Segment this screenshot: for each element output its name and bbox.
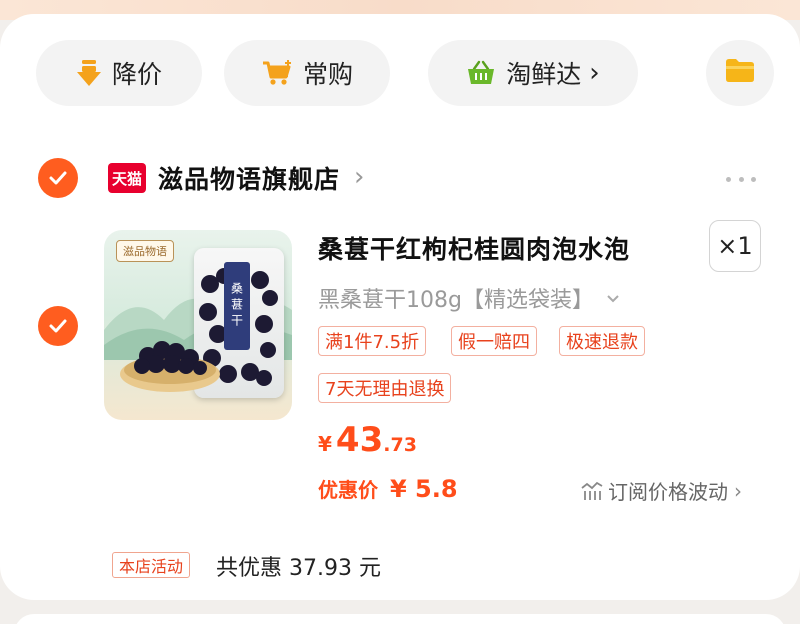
filter-label: 常购: [302, 60, 353, 89]
discount-label: 优惠价: [318, 478, 378, 502]
subscribe-price-alert-link[interactable]: 订阅价格波动 ›: [580, 476, 742, 505]
product-price: ¥ 43 .73: [318, 420, 417, 460]
store-select-checkbox[interactable]: [38, 158, 78, 198]
price-chart-icon: [580, 480, 604, 502]
chevron-right-icon[interactable]: ›: [354, 162, 364, 192]
activity-savings-text: 共优惠 37.93 元: [216, 556, 381, 581]
checkmark-icon: [49, 319, 67, 333]
chevron-right-icon: ›: [589, 58, 600, 88]
sku-selector[interactable]: 黑桑葚干108g【精选袋装】: [318, 282, 620, 314]
filter-folder-button[interactable]: [706, 40, 774, 106]
basket-icon: [466, 59, 496, 87]
more-options-icon[interactable]: [726, 166, 756, 192]
tmall-badge: 天猫: [108, 163, 146, 193]
discount-value: ¥ 5.8: [390, 475, 458, 503]
store-activity-badge: 本店活动: [112, 552, 191, 578]
checkmark-icon: [49, 171, 67, 185]
filter-frequent-button[interactable]: 常购: [224, 40, 390, 106]
promo-tag: 满1件7.5折: [318, 326, 427, 356]
filter-taoxianda-button[interactable]: 淘鲜达 ›: [428, 40, 638, 106]
filter-label: 淘鲜达: [506, 60, 582, 89]
service-tag: 极速退款: [559, 326, 645, 356]
product-title[interactable]: 桑葚干红枸杞桂圆肉泡水泡: [318, 230, 688, 266]
service-tag: 7天无理由退换: [318, 373, 452, 403]
folder-icon: [724, 57, 756, 89]
filter-price-drop-button[interactable]: 降价: [36, 40, 202, 106]
shopping-cart-icon: [261, 59, 293, 87]
price-decimal: .73: [383, 434, 417, 456]
item-select-checkbox[interactable]: [38, 306, 78, 346]
store-name-link[interactable]: 滋品物语旗舰店: [158, 160, 340, 196]
chevron-down-icon: [606, 289, 620, 308]
filter-label: 降价: [111, 60, 162, 89]
price-drop-arrow-icon: [76, 58, 102, 88]
chevron-right-icon: ›: [734, 478, 742, 503]
product-image[interactable]: 滋品物语 桑葚干: [104, 230, 292, 420]
image-brand-label: 滋品物语: [116, 240, 174, 262]
subscribe-label: 订阅价格波动: [608, 480, 728, 504]
service-tag: 假一赔四: [451, 326, 537, 356]
discount-price: 优惠价 ¥ 5.8: [318, 474, 458, 503]
berry-bowl-graphic: [120, 341, 220, 392]
currency-symbol: ¥: [318, 432, 332, 456]
bag-label: 桑葚干: [224, 262, 250, 350]
quantity-stepper[interactable]: ×1: [709, 220, 761, 272]
next-card-peek: [14, 614, 786, 624]
price-integer: 43: [335, 420, 384, 460]
sku-label: 黑桑葚干108g【精选袋装】: [318, 288, 594, 313]
